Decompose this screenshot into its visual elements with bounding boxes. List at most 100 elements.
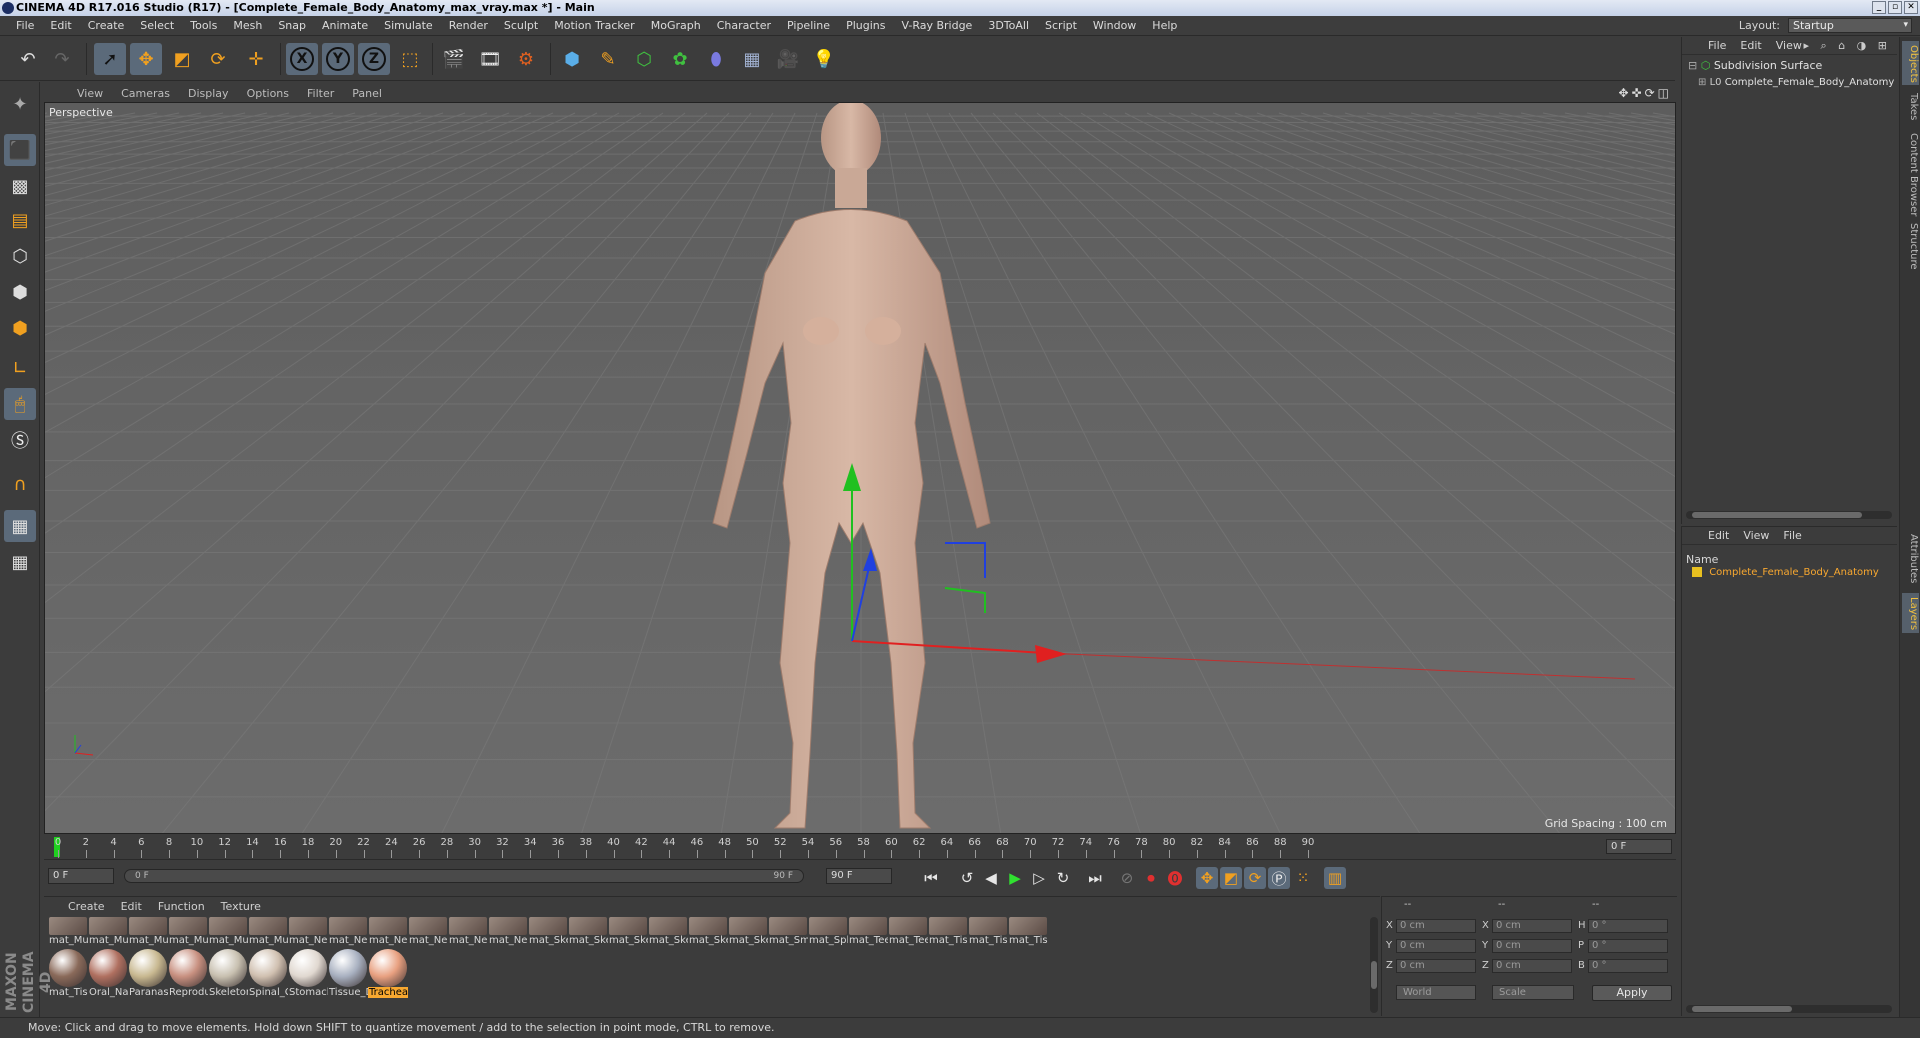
apply-button[interactable]: Apply [1592, 985, 1672, 1001]
coord-field[interactable]: 0 cm [1492, 919, 1572, 933]
magnet-icon[interactable]: ∩ [4, 468, 36, 500]
move-icon[interactable]: ✥ [130, 43, 162, 75]
menu-pipeline[interactable]: Pipeline [779, 19, 838, 32]
redo-icon[interactable]: ↷ [46, 43, 78, 75]
previous-key-icon[interactable]: ↺ [956, 867, 978, 889]
key-point-level-icon[interactable]: ⁙ [1292, 867, 1314, 889]
material-swatch[interactable]: Stomach [288, 949, 328, 998]
object-manager-tool-icons[interactable]: ▸ ⌕ ⌂ ◑ ⊞ [1804, 39, 1891, 53]
lock-z-icon[interactable]: Z [358, 43, 390, 75]
x-axis-handle[interactable] [1035, 645, 1067, 663]
rotate-icon[interactable]: ⟳ [202, 43, 234, 75]
layer-manager-menu-edit[interactable]: Edit [1708, 529, 1729, 542]
edges-mode-icon[interactable]: ⬢ [4, 276, 36, 308]
material-swatch[interactable]: Spinal_C [248, 949, 288, 998]
key-parameter-icon[interactable]: Ⓟ [1268, 867, 1290, 889]
menu-v-ray-bridge[interactable]: V-Ray Bridge [893, 19, 980, 32]
render-view-icon[interactable]: 🎬 [438, 43, 470, 75]
material-swatch[interactable]: mat_Ner [448, 917, 488, 946]
viewport-menu-filter[interactable]: Filter [298, 87, 343, 100]
material-swatch[interactable]: Tissue_D [328, 949, 368, 998]
key-rotation-icon[interactable]: ⟳ [1244, 867, 1266, 889]
snap-settings-icon[interactable]: ▦ [4, 546, 36, 578]
material-menu-function[interactable]: Function [158, 900, 215, 913]
current-frame-field[interactable]: 0 F [1606, 839, 1672, 854]
material-swatch[interactable]: mat_Mus [88, 917, 128, 946]
lock-y-icon[interactable]: Y [322, 43, 354, 75]
coord-field[interactable]: 0 ° [1588, 959, 1668, 973]
viewport-navigation-icons[interactable]: ✥✜⟳◫ [1618, 86, 1672, 100]
light-icon[interactable]: 💡 [808, 43, 840, 75]
make-editable-icon[interactable]: ✦ [4, 88, 36, 120]
scale-icon[interactable]: ◩ [166, 43, 198, 75]
workplane-icon[interactable]: ▤ [4, 204, 36, 236]
start-frame-field[interactable]: 0 F [48, 868, 114, 884]
material-swatch[interactable]: mat_Sma [768, 917, 808, 946]
points-mode-icon[interactable]: ⬡ [4, 240, 36, 272]
material-swatch[interactable]: mat_Mus [208, 917, 248, 946]
layer-manager-menu-file[interactable]: File [1783, 529, 1801, 542]
perspective-viewport[interactable]: Perspective Grid Spacing : 100 cm [44, 102, 1676, 834]
xy-plane-handle[interactable] [944, 587, 986, 613]
deformer-icon[interactable]: ⬮ [700, 43, 732, 75]
viewport-menu-options[interactable]: Options [238, 87, 298, 100]
camera-icon[interactable]: 🎥 [772, 43, 804, 75]
material-swatch[interactable]: mat_Mus [48, 917, 88, 946]
menu-window[interactable]: Window [1085, 19, 1144, 32]
subdivision-icon[interactable]: ⬡ [628, 43, 660, 75]
material-swatch[interactable]: mat_Ske [728, 917, 768, 946]
array-icon[interactable]: ✿ [664, 43, 696, 75]
previous-frame-icon[interactable]: ◀ [980, 867, 1002, 889]
layer-row[interactable]: Complete_Female_Body_Anatomy [1692, 567, 1879, 578]
coordinate-system-icon[interactable]: ⬚ [394, 43, 426, 75]
object-row-body[interactable]: ⊞ L0 Complete_Female_Body_Anatomy [1698, 77, 1894, 88]
menu-snap[interactable]: Snap [270, 19, 314, 32]
material-menu-texture[interactable]: Texture [221, 900, 271, 913]
close-button[interactable]: ✕ [1904, 1, 1918, 14]
material-swatch[interactable]: Reprodu [168, 949, 208, 998]
axis-mode-icon[interactable]: ∟ [4, 352, 36, 384]
material-swatch[interactable]: mat_Ske [608, 917, 648, 946]
timeline-ruler[interactable]: 0 F 0 2 4 6 8 10 12 14 16 18 20 22 24 26 28 30 32 34 36 38 4… [44, 835, 1676, 860]
menu-help[interactable]: Help [1144, 19, 1185, 32]
material-swatch[interactable]: mat_Ske [688, 917, 728, 946]
tab-layers[interactable]: Layers [1902, 593, 1919, 633]
tab-structure[interactable]: Structure [1902, 219, 1919, 273]
pen-spline-icon[interactable]: ✎ [592, 43, 624, 75]
menu-select[interactable]: Select [132, 19, 182, 32]
coord-field[interactable]: 0 cm [1492, 959, 1572, 973]
snap-grid-icon[interactable]: ▦ [4, 510, 36, 542]
material-swatch[interactable]: mat_Tiss [1008, 917, 1048, 946]
material-menu-edit[interactable]: Edit [121, 900, 152, 913]
material-swatch[interactable]: mat_Ske [648, 917, 688, 946]
menu-create[interactable]: Create [80, 19, 133, 32]
layer-manager-scrollbar[interactable] [1686, 1005, 1892, 1013]
material-scrollbar[interactable] [1370, 917, 1378, 1013]
menu-3dtoall[interactable]: 3DToAll [980, 19, 1037, 32]
maximize-button[interactable]: ▫ [1888, 1, 1902, 14]
key-position-icon[interactable]: ✥ [1196, 867, 1218, 889]
layer-color-swatch[interactable] [1692, 567, 1702, 577]
tab-objects[interactable]: Objects [1902, 41, 1919, 85]
tab-takes[interactable]: Takes [1902, 89, 1919, 125]
material-swatch[interactable]: mat_Sple [808, 917, 848, 946]
material-menu-create[interactable]: Create [68, 900, 115, 913]
model-mode-icon[interactable]: ⬛ [4, 134, 36, 166]
material-swatch[interactable]: mat_Tiss [968, 917, 1008, 946]
material-swatch[interactable]: mat_Mus [248, 917, 288, 946]
undo-icon[interactable]: ↶ [12, 43, 44, 75]
solo-icon[interactable]: Ⓢ [4, 424, 36, 456]
material-swatch[interactable]: mat_Tiss [928, 917, 968, 946]
last-tool-icon[interactable]: ✛ [240, 43, 272, 75]
minimize-button[interactable]: _ [1872, 1, 1886, 14]
menu-sculpt[interactable]: Sculpt [496, 19, 546, 32]
next-key-icon[interactable]: ↻ [1052, 867, 1074, 889]
material-swatch[interactable]: Paranasa [128, 949, 168, 998]
preview-range-slider[interactable]: 0 F 90 F [124, 869, 804, 883]
tweak-icon[interactable]: 🖱 [4, 388, 36, 420]
autokeying-icon[interactable]: ⓿ [1164, 867, 1186, 889]
go-to-end-icon[interactable]: ⏭ [1084, 867, 1106, 889]
material-swatch[interactable]: mat_Tee [848, 917, 888, 946]
material-swatch[interactable]: mat_Ner [368, 917, 408, 946]
menu-simulate[interactable]: Simulate [376, 19, 441, 32]
